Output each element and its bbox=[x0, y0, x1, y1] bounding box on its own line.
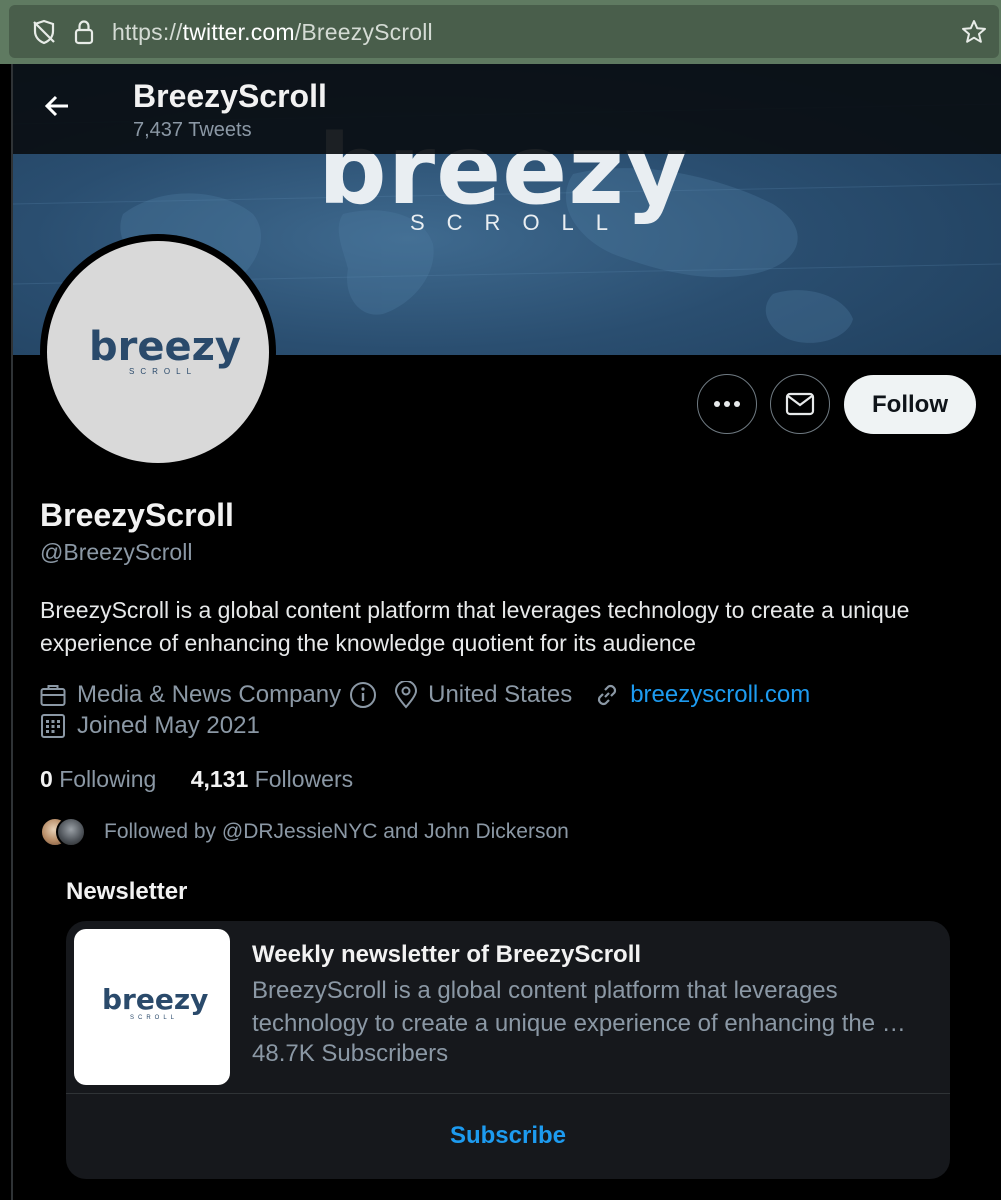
profile-bio: BreezyScroll is a global content platfor… bbox=[40, 597, 910, 656]
envelope-icon bbox=[785, 392, 815, 416]
profile-header: BreezyScroll 7,437 Tweets bbox=[13, 64, 1001, 154]
link-icon bbox=[598, 684, 617, 706]
followers-label: Followers bbox=[254, 766, 354, 792]
avatar-logo-wordmark: breezy bbox=[89, 324, 241, 370]
subscribe-button[interactable]: Subscribe bbox=[66, 1093, 950, 1179]
back-arrow-icon[interactable] bbox=[39, 88, 75, 124]
profile-joined-date: Joined May 2021 bbox=[77, 712, 260, 739]
newsletter-card[interactable]: breezy SCROLL Weekly newsletter of Breez… bbox=[66, 921, 950, 1179]
info-icon[interactable] bbox=[349, 681, 377, 709]
calendar-icon bbox=[41, 714, 65, 738]
header-title: BreezyScroll bbox=[133, 78, 327, 114]
followed-by-row[interactable]: Followed by @DRJessieNYC and John Dicker… bbox=[40, 816, 569, 848]
thumbnail-logo-wordmark: breezy bbox=[102, 983, 209, 1016]
url-text[interactable]: https://twitter.com/BreezyScroll bbox=[112, 19, 433, 46]
avatar-logo-subtitle: SCROLL bbox=[129, 367, 198, 376]
newsletter-thumbnail: breezy SCROLL bbox=[74, 929, 230, 1085]
profile-joined-row: Joined May 2021 bbox=[40, 712, 260, 740]
avatar-image: breezy SCROLL bbox=[47, 241, 269, 463]
url-path: /BreezyScroll bbox=[294, 19, 433, 45]
url-domain: twitter.com bbox=[182, 19, 295, 45]
follow-stats: 0 Following 4,131 Followers bbox=[40, 766, 353, 793]
thumbnail-logo-subtitle: SCROLL bbox=[130, 1015, 179, 1021]
profile-website-link[interactable]: breezyscroll.com bbox=[630, 681, 810, 709]
newsletter-heading: Newsletter bbox=[66, 878, 188, 905]
followers-link[interactable]: 4,131 Followers bbox=[191, 766, 353, 792]
newsletter-subscriber-count: 48.7K Subscribers bbox=[252, 1040, 449, 1067]
profile-handle: @BreezyScroll bbox=[40, 539, 193, 565]
briefcase-icon bbox=[40, 685, 66, 706]
following-label: Following bbox=[59, 766, 157, 792]
bookmark-star-icon[interactable] bbox=[961, 19, 987, 45]
more-options-button[interactable] bbox=[697, 374, 757, 434]
more-dots-icon bbox=[714, 401, 740, 407]
followers-count: 4,131 bbox=[190, 766, 249, 792]
newsletter-title: Weekly newsletter of BreezyScroll bbox=[252, 941, 642, 968]
profile-location: United States bbox=[428, 681, 573, 708]
lock-icon[interactable] bbox=[71, 19, 97, 45]
follow-button[interactable]: Follow bbox=[844, 375, 976, 434]
browser-toolbar: https://twitter.com/BreezyScroll bbox=[0, 0, 1001, 64]
newsletter-description: BreezyScroll is a global content platfor… bbox=[252, 977, 906, 1037]
follower-avatar bbox=[56, 817, 86, 847]
profile-category: Media & News Company bbox=[77, 681, 342, 708]
profile-name: BreezyScroll bbox=[40, 497, 234, 533]
tracking-protection-icon[interactable] bbox=[31, 19, 57, 45]
profile-page: breezy SCROLL BreezyScroll 7,437 Tweets … bbox=[0, 64, 1001, 1200]
address-bar[interactable]: https://twitter.com/BreezyScroll bbox=[9, 5, 999, 58]
followed-by-text: Followed by @DRJessieNYC and John Dicker… bbox=[104, 820, 569, 843]
following-count: 0 bbox=[40, 766, 53, 792]
profile-meta-row: Media & News Company United States breez… bbox=[40, 681, 810, 709]
banner-logo-subtitle: SCROLL bbox=[410, 210, 631, 235]
tweet-count: 7,437 Tweets bbox=[133, 119, 252, 141]
url-prefix: https:// bbox=[112, 19, 183, 45]
avatar[interactable]: breezy SCROLL bbox=[40, 234, 276, 470]
location-pin-icon bbox=[395, 681, 418, 709]
message-button[interactable] bbox=[770, 374, 830, 434]
following-link[interactable]: 0 Following bbox=[40, 766, 156, 792]
